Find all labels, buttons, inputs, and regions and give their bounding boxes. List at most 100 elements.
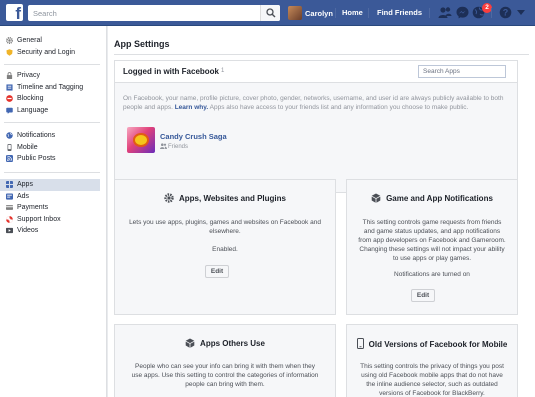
nav-divider	[368, 8, 369, 18]
nav-divider	[335, 8, 336, 18]
sidebar-item-label: Language	[17, 106, 49, 114]
blocking-icon	[6, 95, 13, 103]
nav-divider	[491, 8, 492, 18]
app-count: 1	[221, 68, 225, 74]
sidebar-item-label: Mobile	[17, 143, 38, 151]
sidebar-item-label: Support Inbox	[17, 215, 61, 223]
sidebar-item-security[interactable]: Security and Login	[0, 47, 100, 59]
friends-icon	[160, 143, 167, 149]
avatar	[288, 6, 302, 20]
edit-game-notifications-button[interactable]: Edit	[411, 289, 435, 302]
game-app-notifications-card: Game and App Notifications This setting …	[346, 179, 518, 315]
badge-icon	[6, 49, 13, 56]
candy-crush-app-icon	[127, 127, 155, 153]
svg-text:?: ?	[503, 8, 509, 18]
sidebar-divider	[4, 64, 100, 65]
app-audience: Friends	[160, 143, 188, 150]
search-button[interactable]	[260, 5, 280, 21]
sidebar-item-label: Timeline and Tagging	[17, 83, 84, 91]
sidebar-group-account: General Security and Login	[0, 35, 100, 58]
sidebar-item-apps[interactable]: Apps	[0, 179, 100, 191]
help-icon[interactable]: ?	[499, 6, 512, 19]
apps-websites-plugins-card: Apps, Websites and Plugins Lets you use …	[114, 179, 336, 315]
friend-requests-icon[interactable]	[438, 6, 452, 19]
rss-icon	[6, 155, 13, 163]
sidebar-item-label: Public Posts	[17, 155, 56, 163]
sidebar-group-notifications: Notifications Mobile Public Posts	[0, 130, 100, 165]
ads-icon	[6, 193, 13, 200]
sidebar-item-privacy[interactable]: Privacy	[0, 70, 100, 82]
timeline-icon	[6, 84, 13, 91]
card-description: Lets you use apps, plugins, games and we…	[129, 219, 321, 235]
apps-others-use-card: Apps Others Use People who can see your …	[114, 324, 336, 397]
card-title: Game and App Notifications	[347, 193, 517, 203]
sidebar-group-apps: Apps Ads Payments Support Inbox Videos	[0, 179, 100, 237]
login-description: On Facebook, your name, profile picture,…	[123, 94, 508, 112]
sidebar-item-general[interactable]: General	[0, 35, 100, 47]
card-title: Old Versions of Facebook for Mobile	[347, 338, 517, 349]
gear-icon	[164, 193, 174, 203]
home-link[interactable]: Home	[342, 8, 363, 17]
card-title: Apps, Websites and Plugins	[115, 193, 335, 203]
sidebar-item-label: Notifications	[17, 132, 56, 140]
mobile-icon	[7, 143, 12, 151]
sidebar-item-support-inbox[interactable]: Support Inbox	[0, 214, 100, 226]
edit-apps-websites-button[interactable]: Edit	[205, 265, 229, 278]
app-item-candy-crush[interactable]: Candy Crush Saga Friends	[127, 127, 247, 155]
cube-icon	[185, 338, 195, 348]
cube-icon	[371, 193, 381, 203]
description-tail-text: Apps also have access to your friends li…	[209, 104, 469, 111]
sidebar-divider	[4, 172, 100, 173]
find-friends-link[interactable]: Find Friends	[377, 8, 422, 17]
sidebar-group-privacy: Privacy Timeline and Tagging Blocking La…	[0, 70, 100, 116]
old-versions-mobile-card: Old Versions of Facebook for Mobile This…	[346, 324, 518, 397]
sidebar-item-label: Security and Login	[17, 48, 75, 56]
sidebar-item-label: Blocking	[17, 95, 44, 103]
sidebar-item-public-posts[interactable]: Public Posts	[0, 153, 100, 165]
settings-sidebar: General Security and Login Privacy Timel…	[0, 26, 107, 397]
search-icon	[266, 8, 276, 18]
gear-icon	[6, 37, 13, 45]
top-navigation-bar: f Carolyn Home Find Friends 2 ?	[0, 0, 535, 26]
messenger-icon[interactable]	[456, 6, 469, 19]
card-description: This setting controls the privacy of thi…	[360, 363, 504, 397]
sidebar-item-label: Videos	[17, 227, 39, 235]
account-menu-arrow-icon[interactable]	[517, 10, 525, 15]
sidebar-item-language[interactable]: Language	[0, 105, 100, 117]
sidebar-item-ads[interactable]: Ads	[0, 191, 100, 203]
sidebar-item-notifications[interactable]: Notifications	[0, 130, 100, 142]
title-divider	[114, 54, 529, 55]
profile-link[interactable]: Carolyn	[288, 4, 333, 22]
lifebuoy-icon	[6, 215, 13, 223]
sidebar-item-payments[interactable]: Payments	[0, 202, 100, 214]
language-icon	[6, 107, 13, 114]
card-title: Apps Others Use	[115, 338, 335, 348]
sidebar-item-label: Ads	[17, 192, 30, 200]
page-title: App Settings	[114, 39, 170, 49]
apps-icon	[6, 181, 13, 189]
facebook-logo[interactable]: f	[6, 4, 23, 21]
card-status: Enabled.	[212, 246, 238, 253]
video-icon	[6, 228, 13, 234]
sidebar-divider	[4, 122, 100, 123]
sidebar-item-label: Payments	[17, 204, 49, 212]
mobile-phone-icon	[356, 338, 364, 349]
sidebar-item-timeline[interactable]: Timeline and Tagging	[0, 82, 100, 94]
learn-why-link[interactable]: Learn why.	[175, 104, 208, 111]
section-header: Logged in with Facebook 1	[115, 61, 517, 83]
sidebar-item-videos[interactable]: Videos	[0, 225, 100, 237]
nav-divider	[429, 8, 430, 18]
sidebar-item-label: Apps	[17, 181, 33, 189]
sidebar-item-blocking[interactable]: Blocking	[0, 93, 100, 105]
sidebar-item-label: General	[17, 37, 42, 45]
card-description: This setting controls game requests from…	[358, 219, 506, 262]
card-icon	[6, 205, 13, 211]
search-apps-input[interactable]	[418, 65, 506, 78]
card-status: Notifications are turned on	[394, 271, 470, 278]
search-input[interactable]	[28, 5, 248, 21]
lock-icon	[6, 72, 13, 80]
globe-icon	[6, 132, 13, 139]
app-name[interactable]: Candy Crush Saga	[160, 132, 227, 141]
sidebar-item-mobile[interactable]: Mobile	[0, 142, 100, 154]
app-settings-panel: App Settings Logged in with Facebook 1 O…	[108, 26, 535, 397]
